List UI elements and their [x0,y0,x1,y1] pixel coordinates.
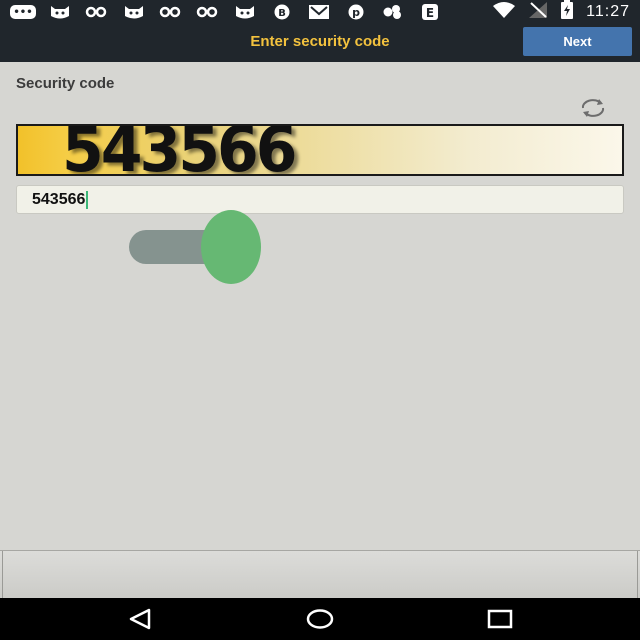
link-icon [84,3,110,21]
home-icon[interactable] [300,606,340,632]
cat-icon [121,3,147,21]
security-code-input[interactable]: 543566 [16,185,624,214]
battery-charging-icon [560,0,574,25]
status-bar: ••• B p E 11:27 [0,0,640,24]
clock: 11:27 [586,3,630,20]
link-icon [158,3,184,21]
captcha-text: 543566 [62,124,297,176]
notification-icons: ••• B p E [10,3,443,21]
cat-icon [232,3,258,21]
cluster-icon [380,3,406,21]
bottom-bar [0,550,640,600]
next-button[interactable]: Next [523,27,632,56]
svg-text:p: p [352,6,360,19]
toggle-thumb[interactable] [201,210,261,284]
captcha-image: 543566 [16,124,624,176]
svg-text:B: B [278,8,286,19]
wifi-icon [492,1,516,24]
email-icon [306,3,332,21]
refresh-icon[interactable] [576,97,610,119]
app-icon: E [417,3,443,21]
back-icon[interactable] [120,606,160,632]
link-icon [195,3,221,21]
chat-icon: ••• [10,5,36,19]
recents-icon[interactable] [480,606,520,632]
pinterest-icon: p [343,3,369,21]
cat-icon [47,3,73,21]
text-cursor [86,190,89,209]
security-code-label: Security code [16,75,115,92]
navigation-bar [0,598,640,640]
system-icons: 11:27 [492,0,630,25]
no-signal-icon [528,1,548,24]
app-header: Enter security code Next [0,24,640,62]
whatsapp-icon: B [269,3,295,21]
svg-text:E: E [426,6,434,20]
input-value: 543566 [32,190,86,208]
